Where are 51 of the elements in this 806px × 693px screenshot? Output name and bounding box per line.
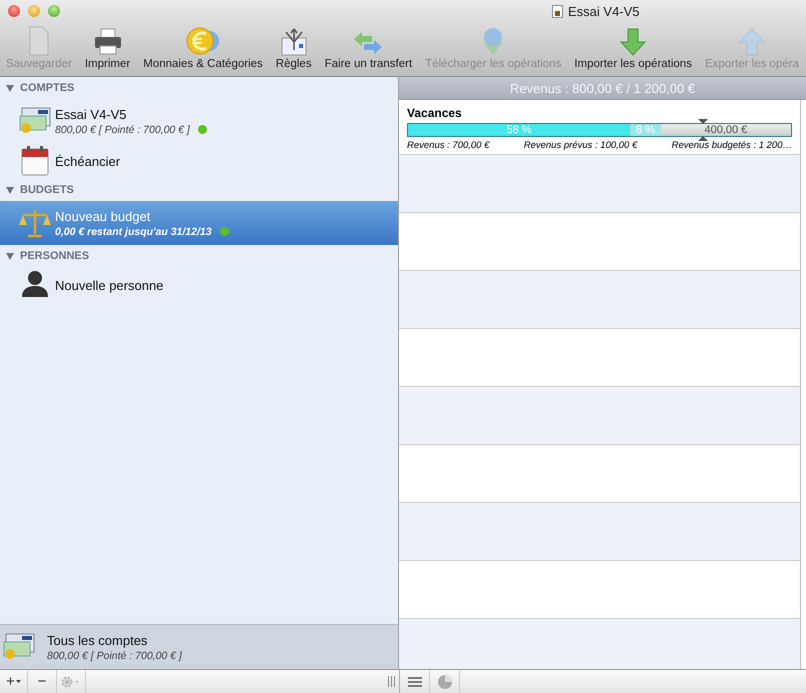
printer-icon xyxy=(92,28,123,56)
item-title: Nouvelle personne xyxy=(55,278,164,292)
add-button[interactable]: + xyxy=(0,670,28,693)
all-accounts-row[interactable]: Tous les comptes 800,00 € [ Pointé : 700,00 € ] xyxy=(0,624,398,669)
list-icon xyxy=(408,676,422,686)
budget-figure: Revenus : 700,00 € xyxy=(407,140,490,151)
remaining-amount: 400,00 € xyxy=(704,124,748,136)
document-icon xyxy=(552,4,563,18)
settings-icon xyxy=(61,676,81,688)
pie-chart-icon xyxy=(436,674,452,690)
item-subtitle: 0,00 € restant jusqu'au 31/12/13 xyxy=(55,226,212,238)
item-title: Échéancier xyxy=(55,154,120,168)
toolbar-button[interactable]: Imprimer xyxy=(84,22,132,76)
budget-figure: Revenus budgetés : 1 200… xyxy=(672,140,792,151)
window-title: Essai V4-V5 xyxy=(568,4,640,18)
sidebar-item[interactable]: Échéancier xyxy=(0,143,398,179)
section-header[interactable]: BUDGETS xyxy=(0,179,398,201)
sidebar-item[interactable]: Nouveau budget 0,00 € restant jusqu'au 31/12/13 xyxy=(0,201,398,245)
scales-icon xyxy=(18,207,52,239)
minimize-button[interactable] xyxy=(28,5,40,17)
budget-figure: Revenus prévus : 100,00 € xyxy=(524,140,638,151)
resize-grip-icon[interactable] xyxy=(388,676,395,687)
item-subtitle: 800,00 € [ Pointé : 700,00 € ] xyxy=(47,650,182,662)
toolbar-button[interactable]: Monnaies & Catégories xyxy=(142,22,264,76)
progress-fill: 8 % xyxy=(630,124,661,136)
envelope-arrows-icon xyxy=(280,26,308,56)
item-title: Tous les comptes xyxy=(47,632,148,648)
section-header[interactable]: COMPTES xyxy=(0,77,398,99)
toolbar-button[interactable]: Importer les opérations xyxy=(573,22,693,76)
close-button[interactable] xyxy=(8,5,20,17)
item-title: Nouveau budget xyxy=(55,208,152,224)
bank-notes-icon xyxy=(2,632,36,662)
item-title: Essai V4-V5 xyxy=(55,106,128,122)
pane-header: Revenus : 800,00 € / 1 200,00 € xyxy=(510,80,696,96)
caret-icon xyxy=(16,680,21,684)
down-arrow-icon xyxy=(620,28,646,56)
sidebar-item[interactable]: Essai V4-V5 800,00 € [ Pointé : 700,00 € ] xyxy=(0,99,398,143)
up-arrow-icon xyxy=(738,28,765,56)
toolbar-button[interactable]: Règles xyxy=(274,22,313,76)
document-icon xyxy=(28,26,50,56)
zoom-button[interactable] xyxy=(48,5,60,17)
section-header[interactable]: PERSONNES xyxy=(0,245,398,267)
budget-name: Vacances xyxy=(407,106,463,120)
sidebar-item[interactable]: Nouvelle personne xyxy=(0,267,398,303)
euro-icon xyxy=(185,26,221,56)
bank-notes-icon xyxy=(18,106,52,136)
remove-button[interactable]: − xyxy=(28,670,57,693)
item-subtitle: 800,00 € [ Pointé : 700,00 € ] xyxy=(55,124,190,136)
progress-fill: 58 % xyxy=(408,124,630,136)
transfer-icon xyxy=(352,30,384,56)
toolbar-button[interactable]: Faire un transfert xyxy=(324,22,414,76)
